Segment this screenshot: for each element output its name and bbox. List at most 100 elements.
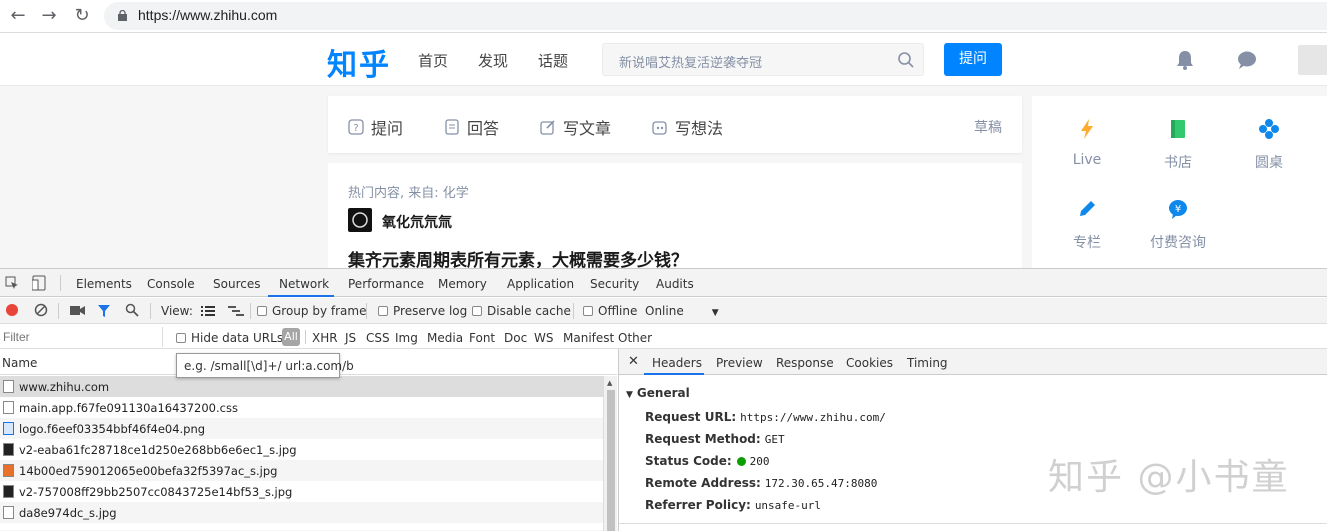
filter-ws[interactable]: WS bbox=[534, 331, 553, 345]
checkbox[interactable] bbox=[176, 333, 186, 343]
filter-other[interactable]: Other bbox=[618, 331, 652, 345]
sidebar-item-column[interactable]: 专栏 bbox=[1047, 198, 1127, 252]
general-section-toggle[interactable]: ▼ General bbox=[626, 386, 690, 400]
checkbox[interactable] bbox=[472, 306, 482, 316]
messages-icon[interactable] bbox=[1236, 49, 1258, 71]
inspect-icon[interactable] bbox=[5, 276, 19, 290]
address-bar[interactable]: https://www.zhihu.com bbox=[104, 2, 1327, 30]
filter-all-button[interactable]: All bbox=[282, 328, 300, 346]
sidebar-item-bookstore[interactable]: 书店 bbox=[1138, 118, 1218, 172]
record-icon[interactable] bbox=[6, 304, 18, 316]
tab-performance[interactable]: Performance bbox=[348, 277, 424, 291]
close-icon[interactable]: ✕ bbox=[628, 354, 639, 369]
clear-icon[interactable] bbox=[34, 303, 48, 317]
group-by-frame-checkbox[interactable]: Group by frame bbox=[257, 304, 366, 318]
preserve-log-checkbox[interactable]: Preserve log bbox=[378, 304, 467, 318]
svg-text:?: ? bbox=[353, 123, 358, 134]
drafts-link[interactable]: 草稿 bbox=[974, 117, 1002, 137]
forward-icon[interactable]: → bbox=[37, 4, 61, 28]
large-rows-icon[interactable] bbox=[201, 305, 215, 317]
ask-question-button[interactable]: 提问 bbox=[944, 43, 1002, 76]
sidebar-item-label: Live bbox=[1072, 152, 1102, 168]
filter-font[interactable]: Font bbox=[469, 331, 495, 345]
table-row[interactable]: v2-eaba61fc28718ce1d250e268bb6e6ec1_s.jp… bbox=[0, 439, 603, 460]
table-row[interactable]: v2-757008ff29bb2507cc0843725e14bf53_s.jp… bbox=[0, 481, 603, 502]
table-row[interactable]: da8e974dc_s.jpg bbox=[0, 502, 603, 523]
tab-elements[interactable]: Elements bbox=[76, 277, 132, 291]
site-header: 知乎 首页 发现 话题 新说唱艾热复活逆袭夺冠 提问 bbox=[0, 33, 1327, 86]
search-icon[interactable] bbox=[125, 303, 139, 317]
sidebar-item-label: 专栏 bbox=[1073, 235, 1101, 251]
bell-icon[interactable] bbox=[1174, 49, 1196, 71]
checkbox[interactable] bbox=[257, 306, 267, 316]
sidebar-item-roundtable[interactable]: 圆桌 bbox=[1229, 118, 1309, 172]
kv-key: Request URL: bbox=[645, 410, 737, 424]
hide-data-urls-checkbox[interactable]: Hide data URLs bbox=[176, 331, 283, 345]
tab-headers[interactable]: Headers bbox=[652, 356, 702, 370]
write-article[interactable]: 写文章 bbox=[540, 115, 611, 139]
scrollbar-thumb[interactable] bbox=[607, 390, 615, 531]
tab-response[interactable]: Response bbox=[776, 356, 834, 370]
checkbox[interactable] bbox=[583, 306, 593, 316]
tab-console[interactable]: Console bbox=[147, 277, 195, 291]
book-icon bbox=[1171, 120, 1185, 138]
tab-application[interactable]: Application bbox=[507, 277, 574, 291]
request-url-row: Request URL: https://www.zhihu.com/ bbox=[645, 410, 886, 424]
zhihu-logo[interactable]: 知乎 bbox=[327, 40, 391, 84]
filter-xhr[interactable]: XHR bbox=[312, 331, 338, 345]
screenshot-capture-icon[interactable] bbox=[70, 305, 85, 316]
checkbox[interactable] bbox=[378, 306, 388, 316]
image-icon bbox=[3, 422, 14, 435]
user-avatar[interactable] bbox=[1298, 45, 1327, 75]
tab-network[interactable]: Network bbox=[279, 277, 329, 291]
write-ask[interactable]: ? 提问 bbox=[348, 115, 403, 139]
author-avatar[interactable] bbox=[348, 208, 372, 232]
nav-topics[interactable]: 话题 bbox=[538, 50, 568, 71]
tab-timing[interactable]: Timing bbox=[907, 356, 948, 370]
tab-audits[interactable]: Audits bbox=[656, 277, 694, 291]
write-article-label: 写文章 bbox=[563, 119, 612, 138]
search-input[interactable]: 新说唱艾热复活逆袭夺冠 bbox=[602, 43, 924, 76]
tab-security[interactable]: Security bbox=[590, 277, 639, 291]
kv-value: 200 bbox=[749, 455, 770, 468]
tab-memory[interactable]: Memory bbox=[438, 277, 487, 291]
search-icon[interactable] bbox=[897, 51, 915, 69]
filter-js[interactable]: JS bbox=[345, 331, 356, 345]
sidebar-item-live[interactable]: Live bbox=[1047, 118, 1127, 168]
request-name: v2-757008ff29bb2507cc0843725e14bf53_s.jp… bbox=[19, 485, 293, 499]
waterfall-icon[interactable] bbox=[228, 305, 244, 317]
filter-img[interactable]: Img bbox=[395, 331, 418, 345]
tab-preview[interactable]: Preview bbox=[716, 356, 763, 370]
requests-scrollbar[interactable]: ▲ bbox=[603, 376, 617, 531]
write-answer[interactable]: 回答 bbox=[444, 115, 499, 139]
table-row[interactable]: logo.f6eef03354bbf46f4e04.png bbox=[0, 418, 603, 439]
tab-sources[interactable]: Sources bbox=[213, 277, 260, 291]
feed-source: 热门内容, 来自: 化学 bbox=[348, 186, 469, 201]
write-idea[interactable]: 写想法 bbox=[652, 115, 723, 139]
filter-media[interactable]: Media bbox=[427, 331, 463, 345]
device-toolbar-icon[interactable] bbox=[32, 275, 46, 291]
table-row[interactable]: www.zhihu.com bbox=[0, 376, 603, 397]
filter-input[interactable] bbox=[0, 327, 163, 347]
back-icon[interactable]: ← bbox=[6, 4, 30, 28]
filter-doc[interactable]: Doc bbox=[504, 331, 527, 345]
filter-css[interactable]: CSS bbox=[366, 331, 390, 345]
question-icon: ? bbox=[348, 119, 364, 135]
offline-checkbox[interactable]: Offline bbox=[583, 304, 637, 318]
filter-icon[interactable] bbox=[97, 304, 111, 318]
filter-manifest[interactable]: Manifest bbox=[563, 331, 614, 345]
scroll-up-icon[interactable]: ▲ bbox=[607, 379, 612, 387]
nav-home[interactable]: 首页 bbox=[418, 50, 448, 71]
tab-cookies[interactable]: Cookies bbox=[846, 356, 893, 370]
disable-cache-checkbox[interactable]: Disable cache bbox=[472, 304, 571, 318]
column-name[interactable]: Name bbox=[2, 356, 37, 370]
reload-icon[interactable]: ↻ bbox=[70, 4, 94, 28]
nav-explore[interactable]: 发现 bbox=[478, 50, 508, 71]
sidebar-item-consult[interactable]: ¥ 付费咨询 bbox=[1138, 198, 1218, 252]
table-row[interactable]: 14b00ed759012065e00befa32f5397ac_s.jpg bbox=[0, 460, 603, 481]
table-row[interactable]: main.app.f67fe091130a16437200.css bbox=[0, 397, 603, 418]
remote-address-row: Remote Address: 172.30.65.47:8080 bbox=[645, 476, 877, 490]
checkbox-label: Hide data URLs bbox=[191, 331, 284, 345]
throttling-select[interactable]: Online ▼ bbox=[645, 304, 719, 318]
author-name[interactable]: 氧化氘氘氚 bbox=[382, 212, 452, 232]
